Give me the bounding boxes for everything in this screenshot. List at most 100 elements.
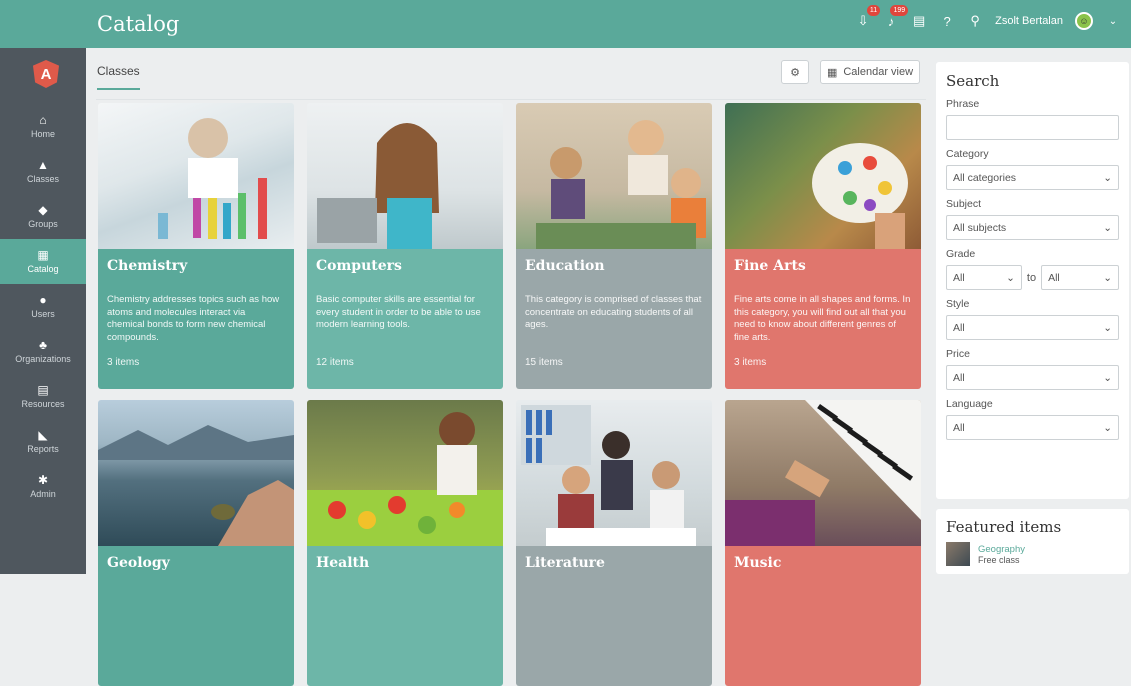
category-card-education[interactable]: Education This category is comprised of … <box>516 103 712 389</box>
sidebar-item-label: Reports <box>27 444 59 454</box>
bell-icon[interactable]: ♪ 199 <box>883 5 909 29</box>
subject-label: Subject <box>946 198 982 210</box>
card-image <box>307 103 503 249</box>
chevron-down-icon: ⌄ <box>1006 271 1015 284</box>
card-body: Music <box>725 546 921 686</box>
help-icon[interactable]: ? <box>939 13 955 29</box>
calendar-view-label: Calendar view <box>843 66 914 78</box>
grade-from-value: All <box>953 271 965 284</box>
grade-from-select[interactable]: All ⌄ <box>946 265 1022 290</box>
card-image <box>516 400 712 546</box>
language-select[interactable]: All ⌄ <box>946 415 1119 440</box>
page-title: Catalog <box>97 12 180 36</box>
price-value: All <box>953 371 965 384</box>
tab-bar: Classes ⚙ ▦ Calendar view <box>96 60 926 100</box>
subject-select[interactable]: All subjects ⌄ <box>946 215 1119 240</box>
featured-panel: Featured items Geography Free class <box>936 509 1129 574</box>
user-avatar[interactable]: ☺ <box>1075 12 1093 30</box>
music-illustration <box>725 400 921 546</box>
card-body: Literature <box>516 546 712 686</box>
grade-range: All ⌄ to All ⌄ <box>946 265 1119 290</box>
sidebar-item-resources[interactable]: ▤ Resources <box>0 374 86 419</box>
app-logo[interactable]: A <box>33 60 59 88</box>
computers-illustration <box>317 123 439 249</box>
card-title: Computers <box>316 258 402 274</box>
card-body: Computers Basic computer skills are esse… <box>307 249 503 389</box>
grade-to-select[interactable]: All ⌄ <box>1041 265 1119 290</box>
phrase-input[interactable] <box>946 115 1119 140</box>
gear-icon: ⚙ <box>790 66 800 79</box>
health-illustration <box>307 412 503 546</box>
classes-icon: ▲ <box>37 158 49 172</box>
admin-icon: ✱ <box>37 473 49 487</box>
featured-item[interactable]: Geography Free class <box>946 542 1119 566</box>
sidebar-item-admin[interactable]: ✱ Admin <box>0 464 86 509</box>
calendar-view-button[interactable]: ▦ Calendar view <box>820 60 920 84</box>
chevron-down-icon: ⌄ <box>1103 171 1112 184</box>
featured-title: Featured items <box>946 518 1062 536</box>
sidebar-item-home[interactable]: ⌂ Home <box>0 104 86 149</box>
card-title: Geology <box>107 555 170 571</box>
search-icon[interactable]: ⚲ <box>967 13 983 29</box>
sidebar-item-users[interactable]: ● Users <box>0 284 86 329</box>
category-card-literature[interactable]: Literature <box>516 400 712 686</box>
card-description: Basic computer skills are essential for … <box>316 294 481 330</box>
card-count: 3 items <box>107 357 140 368</box>
settings-button[interactable]: ⚙ <box>781 60 809 84</box>
chevron-down-icon: ⌄ <box>1103 321 1112 334</box>
category-card-computers[interactable]: Computers Basic computer skills are esse… <box>307 103 503 389</box>
catalog-icon: ▦ <box>37 248 49 262</box>
featured-item-link[interactable]: Geography <box>978 544 1025 555</box>
main-content: Classes ⚙ ▦ Calendar view Chemistry Chemi… <box>86 48 926 686</box>
card-image <box>725 400 921 546</box>
chevron-down-icon: ⌄ <box>1103 271 1112 284</box>
sidebar-item-catalog[interactable]: ▦ Catalog <box>0 239 86 284</box>
card-count: 3 items <box>734 357 767 368</box>
card-body: Geology <box>98 546 294 686</box>
category-card-chemistry[interactable]: Chemistry Chemistry addresses topics suc… <box>98 103 294 389</box>
sidebar-item-classes[interactable]: ▲ Classes <box>0 149 86 194</box>
sidebar: A ⌂ Home ▲ Classes ◆ Groups ▦ Catalog ● Users… <box>0 48 86 574</box>
style-select[interactable]: All ⌄ <box>946 315 1119 340</box>
education-illustration <box>536 120 706 249</box>
sidebar-item-label: Home <box>30 129 55 139</box>
message-icon[interactable]: ▤ <box>911 13 927 29</box>
sidebar-item-organizations[interactable]: ♣ Organizations <box>0 329 86 374</box>
card-title: Fine Arts <box>734 258 806 274</box>
grade-to-label: to <box>1026 271 1037 284</box>
price-select[interactable]: All ⌄ <box>946 365 1119 390</box>
card-body: Fine Arts Fine arts come in all shapes a… <box>725 249 921 389</box>
card-description: This category is comprised of classes th… <box>525 294 702 330</box>
home-icon: ⌂ <box>39 113 47 127</box>
chevron-down-icon[interactable]: ⌄ <box>1105 13 1121 29</box>
category-value: All categories <box>953 171 1017 184</box>
category-card-health[interactable]: Health <box>307 400 503 686</box>
category-select[interactable]: All categories ⌄ <box>946 165 1119 190</box>
card-image <box>516 103 712 249</box>
card-count: 12 items <box>316 357 354 368</box>
featured-item-sub: Free class <box>978 554 1020 565</box>
sidebar-item-reports[interactable]: ◣ Reports <box>0 419 86 464</box>
top-bar-actions: ⇩ 11 ♪ 199 ▤ ? ⚲ Zsolt Bertalan ☺ ⌄ <box>855 5 1121 30</box>
featured-thumbnail <box>946 542 970 566</box>
category-card-music[interactable]: Music <box>725 400 921 686</box>
subject-value: All subjects <box>953 221 1007 234</box>
sidebar-nav: ⌂ Home ▲ Classes ◆ Groups ▦ Catalog ● Users ♣… <box>0 104 86 509</box>
sidebar-item-label: Organizations <box>15 354 71 364</box>
card-body: Education This category is comprised of … <box>516 249 712 389</box>
chevron-down-icon: ⌄ <box>1103 421 1112 434</box>
inbox-icon[interactable]: ⇩ 11 <box>855 5 881 29</box>
category-card-geology[interactable]: Geology <box>98 400 294 686</box>
card-body: Chemistry Chemistry addresses topics suc… <box>98 249 294 389</box>
tab-classes[interactable]: Classes <box>97 64 140 90</box>
user-name[interactable]: Zsolt Bertalan <box>995 15 1063 27</box>
sidebar-item-groups[interactable]: ◆ Groups <box>0 194 86 239</box>
language-value: All <box>953 421 965 434</box>
sidebar-item-label: Classes <box>26 174 59 184</box>
chevron-down-icon: ⌄ <box>1103 221 1112 234</box>
chemistry-illustration <box>158 118 267 239</box>
fine-arts-illustration <box>812 143 908 249</box>
card-image <box>98 103 294 249</box>
language-label: Language <box>946 398 993 410</box>
category-card-fine-arts[interactable]: Fine Arts Fine arts come in all shapes a… <box>725 103 921 389</box>
